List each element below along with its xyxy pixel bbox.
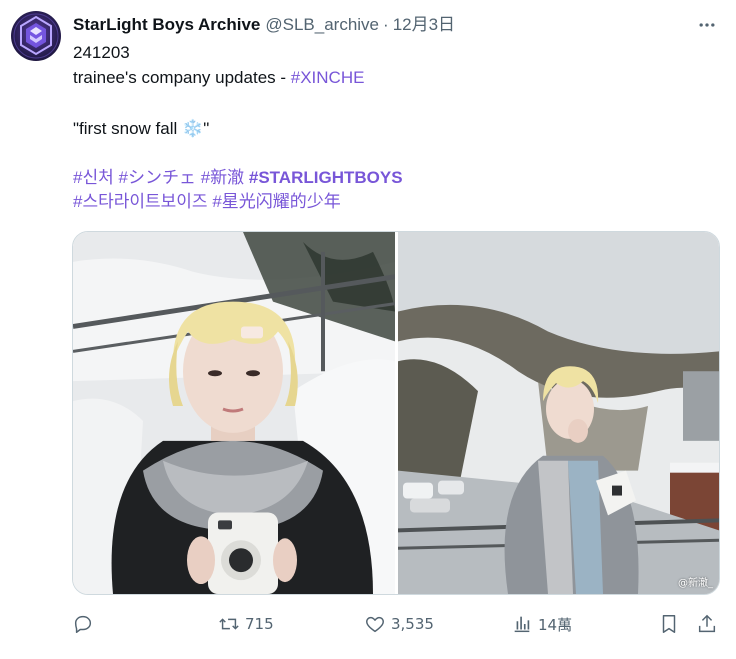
hashtag[interactable]: #新澈 — [201, 168, 244, 187]
quote-text-close: " — [203, 119, 210, 138]
views-button[interactable]: 14萬 — [511, 608, 572, 640]
more-button[interactable] — [695, 14, 719, 36]
media-grid: @新澈_ — [72, 231, 720, 595]
updates-text: trainee's company updates - — [73, 68, 291, 87]
ellipsis-icon — [699, 23, 715, 27]
retweet-icon — [219, 618, 239, 630]
like-count: 3,535 — [391, 615, 434, 633]
views-icon — [514, 616, 530, 633]
share-icon — [698, 614, 716, 633]
photo-2[interactable]: @新澈_ — [398, 232, 719, 594]
share-button[interactable] — [696, 608, 718, 640]
retweet-button[interactable]: 715 — [218, 608, 274, 640]
photo-watermark: @新澈_ — [678, 578, 713, 589]
hashtag[interactable]: #シンチェ — [118, 168, 195, 187]
tweet-header: StarLight Boys Archive @SLB_archive · 12… — [73, 13, 455, 37]
views-count: 14萬 — [538, 615, 573, 634]
tweet[interactable]: StarLight Boys Archive @SLB_archive · 12… — [0, 0, 736, 659]
tweet-date[interactable]: 12月3日 — [393, 13, 455, 37]
separator: · — [383, 15, 389, 34]
hashtag[interactable]: #스타라이트보이즈 — [73, 192, 208, 211]
tweet-hashtags-line2: #스타라이트보이즈 #星光闪耀的少年 — [73, 190, 341, 214]
reply-icon — [74, 615, 92, 633]
bookmark-button[interactable] — [658, 608, 680, 640]
avatar[interactable] — [11, 11, 61, 61]
hashtag[interactable]: #星光闪耀的少年 — [212, 192, 340, 211]
hashtag-xinche[interactable]: #XINCHE — [291, 68, 365, 87]
reply-button[interactable] — [72, 608, 99, 640]
tweet-line-date: 241203 — [73, 43, 130, 62]
photo-selfie-snow-image — [73, 232, 395, 594]
snowflake-icon: ❄️ — [182, 119, 204, 138]
action-bar: 715 3,535 14萬 — [72, 608, 724, 640]
bookmark-icon — [662, 615, 676, 633]
like-button[interactable]: 3,535 — [364, 608, 434, 640]
photo-1[interactable] — [73, 232, 395, 594]
quote-text-open: "first snow fall — [73, 119, 183, 138]
hashtag[interactable]: #신처 — [73, 168, 114, 187]
tweet-line-quote: "first snow fall ❄️" — [73, 117, 209, 141]
photo-snowy-hillside-image — [398, 232, 719, 594]
heart-icon — [366, 616, 384, 633]
starlight-logo-icon — [13, 13, 59, 59]
tweet-line-updates: trainee's company updates - #XINCHE — [73, 66, 364, 90]
retweet-count: 715 — [245, 615, 274, 633]
tweet-hashtags-line1: #신처 #シンチェ #新澈 #STARLIGHTBOYS — [73, 166, 403, 190]
author-name[interactable]: StarLight Boys Archive — [73, 13, 260, 37]
hashtag[interactable]: #STARLIGHTBOYS — [249, 168, 403, 187]
author-handle[interactable]: @SLB_archive — [265, 13, 379, 37]
